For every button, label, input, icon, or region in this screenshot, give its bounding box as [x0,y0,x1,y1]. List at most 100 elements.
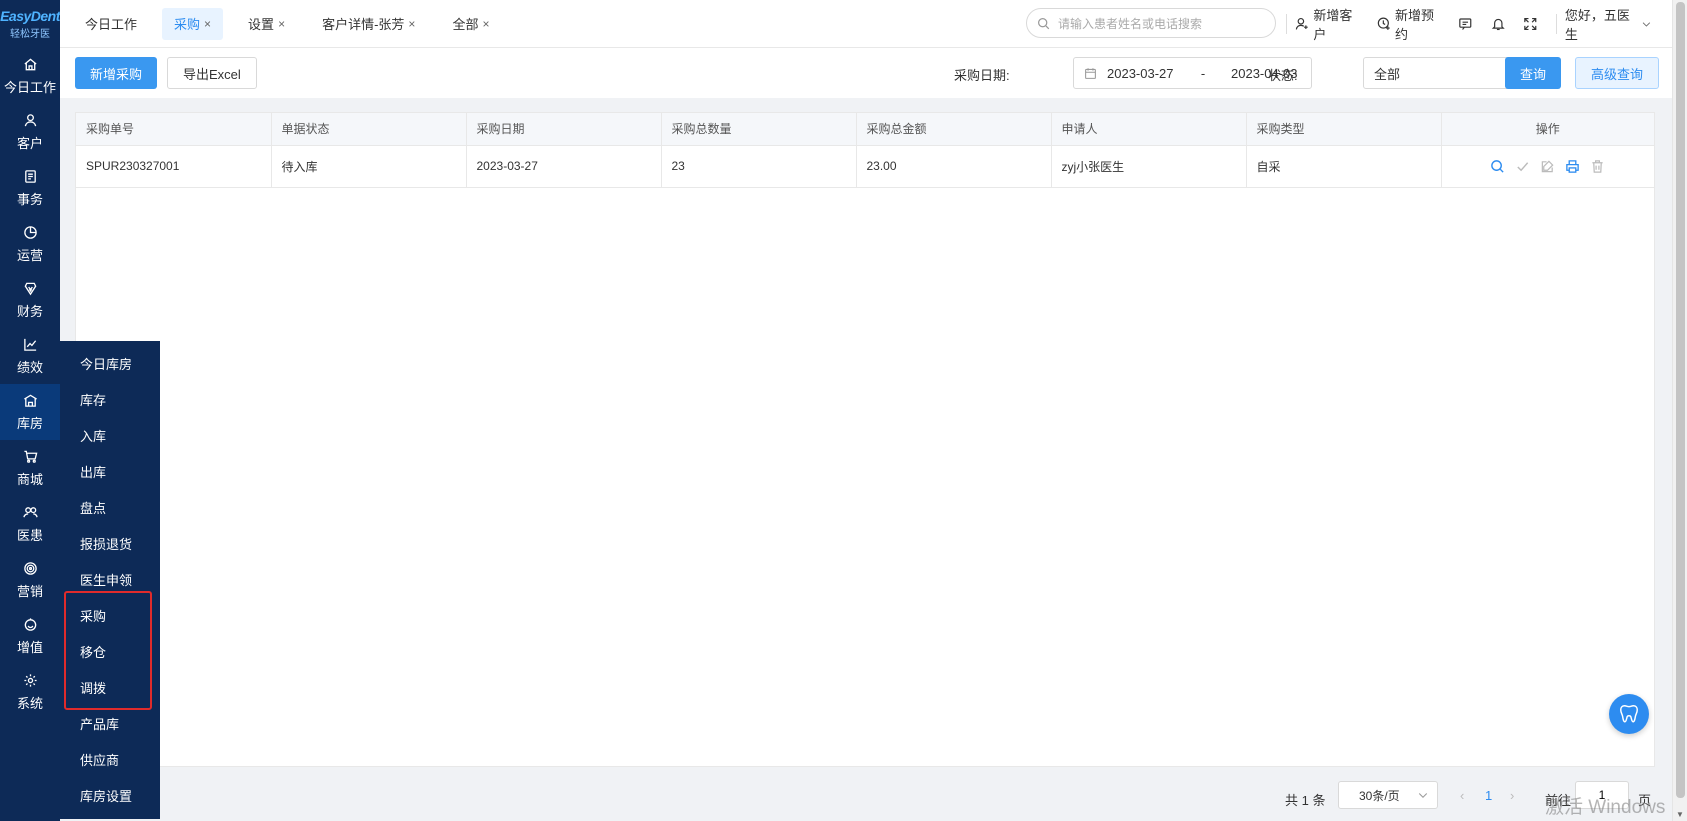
table-row[interactable]: SPUR230327001 待入库 2023-03-27 23 23.00 zy… [76,145,1654,188]
sidebar-item-finance[interactable]: 财务 [0,272,60,328]
next-page-button[interactable]: › [1510,788,1514,803]
sidebar-item-customer[interactable]: 客户 [0,104,60,160]
patient-search-input[interactable]: 请输入患者姓名或电话搜索 [1026,8,1276,38]
advanced-query-button[interactable]: 高级查询 [1575,57,1660,89]
page-scrollbar[interactable]: ▼ [1672,0,1687,821]
page-number-1[interactable]: 1 [1485,788,1492,803]
query-button[interactable]: 查询 [1505,57,1562,89]
sidebar-item-marketing[interactable]: 营销 [0,552,60,608]
message-icon[interactable] [1458,16,1473,32]
purchase-table-panel: 采购单号 单据状态 采购日期 采购总数量 采购总金额 申请人 采购类型 操作 S… [75,112,1655,767]
new-customer-button[interactable]: 新增客户 [1295,5,1361,43]
tab-purchase[interactable]: 采购 × [162,7,224,40]
new-appointment-button[interactable]: 新增预约 [1377,5,1443,43]
user-icon [24,113,36,126]
column-header: 采购单号 [76,113,272,146]
sidebar-item-warehouse[interactable]: 库房 [0,384,60,440]
submenu-item-supplier[interactable]: 供应商 [60,741,160,777]
tab-label: 采购 [174,17,201,32]
cell-actions [1441,145,1654,188]
close-icon[interactable]: × [482,17,489,31]
edit-icon[interactable] [1540,159,1555,174]
sidebar-item-affairs[interactable]: 事务 [0,160,60,216]
sidebar-item-label: 绩效 [16,359,43,375]
cell-order-number: SPUR230327001 [76,145,272,188]
submenu-item-stock-out[interactable]: 出库 [60,453,160,489]
gear-icon [23,673,37,687]
purchase-table: 采购单号 单据状态 采购日期 采购总数量 采购总金额 申请人 采购类型 操作 S… [76,113,1654,188]
scrollbar-thumb[interactable] [1676,2,1685,798]
sidebar-item-mall[interactable]: 商城 [0,440,60,496]
page-size-value: 30条/页 [1359,788,1400,803]
date-separator: - [1200,65,1206,81]
submenu-item-inventory[interactable]: 库存 [60,381,160,417]
tab-settings[interactable]: 设置 × [236,8,297,40]
header-divider [1286,14,1287,34]
sidebar-item-doctor-patient[interactable]: 医患 [0,496,60,552]
header-actions: 新增客户 新增预约 您好，五医生 [1286,0,1672,48]
view-search-icon[interactable] [1490,159,1505,174]
target-icon [23,561,37,575]
submenu-item-product-library[interactable]: 产品库 [60,705,160,741]
close-icon[interactable]: × [408,17,415,31]
submenu-item-transfer-warehouse[interactable]: 移仓 [60,633,160,669]
windows-watermark: 激活 Windows [1545,797,1666,818]
tab-all[interactable]: 全部 × [440,8,501,40]
scroll-down-arrow[interactable]: ▼ [1676,810,1684,819]
cell-date: 2023-03-27 [466,145,662,188]
tab-today-work[interactable]: 今日工作 [73,8,149,40]
search-placeholder: 请输入患者姓名或电话搜索 [1058,16,1203,31]
close-icon[interactable]: × [204,17,211,31]
tab-label: 全部 [452,17,479,32]
sidebar-item-today-work[interactable]: 今日工作 [0,48,60,104]
add-purchase-button[interactable]: 新增采购 [75,57,158,89]
submenu-item-stocktake[interactable]: 盘点 [60,489,160,525]
sidebar-item-operation[interactable]: 运营 [0,216,60,272]
check-icon[interactable] [1515,159,1530,174]
pagination: 共 1 条 30条/页 ‹ 1 › 前往 页 [60,776,1672,821]
column-header: 采购总数量 [661,113,857,146]
column-header: 采购日期 [466,113,662,146]
page-size-select[interactable]: 30条/页 [1338,781,1438,809]
people-icon [22,506,38,517]
date-start[interactable]: 2023-03-27 [1107,66,1187,81]
submenu-item-today-warehouse[interactable]: 今日库房 [60,345,160,381]
calendar-icon [1085,67,1096,79]
bell-icon[interactable] [1491,16,1506,32]
new-appointment-label: 新增预约 [1395,8,1435,42]
submenu-item-stock-in[interactable]: 入库 [60,417,160,453]
trash-icon[interactable] [1590,159,1605,174]
submenu-item-damage-return[interactable]: 报损退货 [60,525,160,561]
tab-label: 客户详情-张芳 [322,17,405,32]
chevron-down-icon [1642,22,1651,27]
tooth-assistant-button[interactable] [1609,694,1649,734]
sidebar-item-label: 商城 [16,471,43,487]
tab-customer-detail[interactable]: 客户详情-张芳 × [310,8,427,40]
table-header-row: 采购单号 单据状态 采购日期 采购总数量 采购总金额 申请人 采购类型 操作 [76,113,1654,146]
submenu-item-warehouse-settings[interactable]: 库房设置 [60,777,160,813]
cart-icon [23,450,37,463]
column-header: 单据状态 [271,113,467,146]
greeting-text: 您好，五医生 [1564,8,1630,42]
cell-type: 自采 [1246,145,1442,188]
sidebar-item-performance[interactable]: 绩效 [0,328,60,384]
fullscreen-icon[interactable] [1523,16,1538,32]
user-menu[interactable]: 您好，五医生 [1565,5,1656,43]
close-icon[interactable]: × [278,17,285,31]
sidebar-item-label: 财务 [16,303,43,319]
sidebar-item-value-added[interactable]: 增值 [0,608,60,664]
sidebar-item-label: 客户 [16,135,43,151]
submenu-item-doctor-request[interactable]: 医生申领 [60,561,160,597]
prev-page-button[interactable]: ‹ [1460,788,1464,803]
sidebar-item-label: 今日工作 [3,79,56,95]
print-icon[interactable] [1565,159,1580,174]
smile-icon [24,617,36,631]
app-logo[interactable]: EasyDent 轻松牙医 [0,0,60,48]
line-chart-icon [23,338,36,351]
logo-subtitle: 轻松牙医 [10,29,50,40]
sidebar-item-system[interactable]: 系统 [0,664,60,720]
submenu-item-allocation[interactable]: 调拨 [60,669,160,705]
submenu-item-purchase[interactable]: 采购 [60,597,160,633]
status-label: 状态: [1268,68,1298,83]
export-excel-button[interactable]: 导出Excel [167,57,257,89]
